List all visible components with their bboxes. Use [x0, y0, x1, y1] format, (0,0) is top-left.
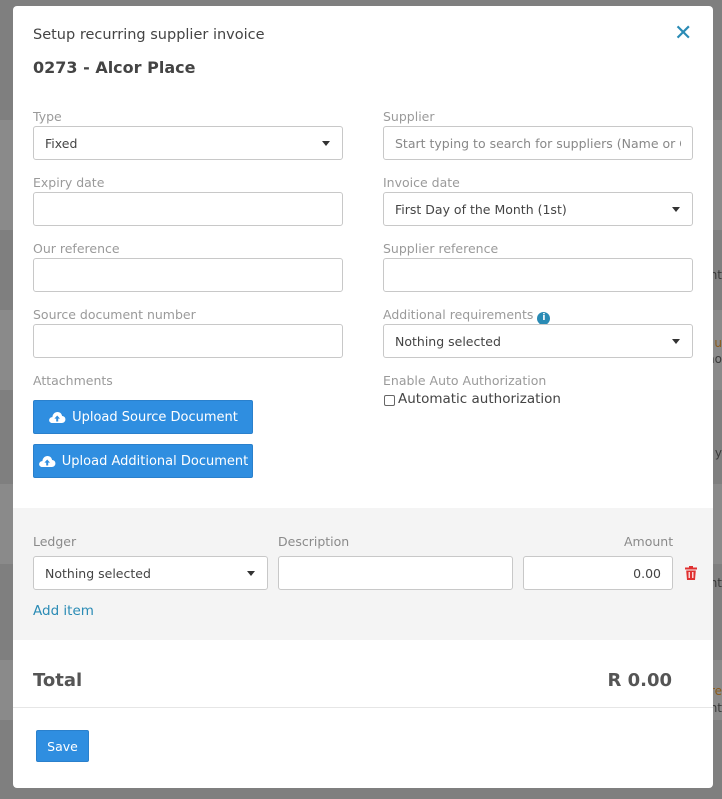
type-label: Type: [33, 109, 62, 124]
invoice-date-select[interactable]: First Day of the Month (1st): [383, 192, 693, 226]
trash-icon[interactable]: [685, 566, 697, 580]
source-document-number-label: Source document number: [33, 307, 196, 322]
total-value: R 0.00: [607, 670, 672, 691]
modal-title: Setup recurring supplier invoice: [33, 27, 265, 43]
supplier-reference-input[interactable]: [395, 267, 681, 283]
amount-value: 0.00: [633, 565, 661, 581]
supplier-search-input[interactable]: [395, 135, 681, 151]
chevron-down-icon: [672, 207, 680, 212]
supplier-reference-label: Supplier reference: [383, 241, 499, 256]
type-select-value: Fixed: [45, 135, 78, 151]
description-field[interactable]: [278, 556, 513, 590]
expiry-date-input[interactable]: [45, 201, 331, 217]
additional-requirements-select-value: Nothing selected: [395, 333, 501, 349]
additional-requirements-select[interactable]: Nothing selected: [383, 324, 693, 358]
cloud-upload-icon: [49, 412, 66, 423]
our-reference-input[interactable]: [45, 267, 331, 283]
chevron-down-icon: [247, 571, 255, 576]
add-item-link[interactable]: Add item: [33, 603, 94, 619]
chevron-down-icon: [322, 141, 330, 146]
ledger-items-section: Ledger Description Amount Nothing select…: [13, 508, 713, 640]
attachments-label: Attachments: [33, 373, 113, 388]
modal-subtitle: 0273 - Alcor Place: [33, 58, 196, 77]
additional-requirements-label: Additional requirements i: [383, 307, 551, 325]
our-reference-field[interactable]: [33, 258, 343, 292]
chevron-down-icon: [672, 339, 680, 344]
invoice-date-select-value: First Day of the Month (1st): [395, 201, 567, 217]
amount-field[interactable]: 0.00: [523, 556, 673, 590]
recurring-invoice-modal: ✕ Setup recurring supplier invoice 0273 …: [13, 6, 713, 788]
source-document-number-input[interactable]: [45, 333, 331, 349]
auto-authorization-label: Enable Auto Authorization: [383, 373, 547, 388]
automatic-authorization-checkbox[interactable]: [384, 395, 395, 406]
expiry-date-label: Expiry date: [33, 175, 105, 190]
description-header: Description: [278, 534, 350, 549]
cloud-upload-icon: [38, 456, 56, 467]
close-icon[interactable]: ✕: [674, 23, 692, 45]
total-label: Total: [33, 670, 83, 691]
invoice-date-label: Invoice date: [383, 175, 460, 190]
type-select[interactable]: Fixed: [33, 126, 343, 160]
supplier-label: Supplier: [383, 109, 435, 124]
ledger-header: Ledger: [33, 534, 77, 549]
background-text: u: [714, 336, 722, 350]
upload-source-document-label: Upload Source Document: [72, 409, 238, 425]
amount-header: Amount: [624, 534, 674, 549]
supplier-reference-field[interactable]: [383, 258, 693, 292]
description-input[interactable]: [290, 565, 501, 581]
save-button[interactable]: Save: [36, 730, 89, 762]
upload-source-document-button[interactable]: Upload Source Document: [33, 400, 253, 434]
expiry-date-field[interactable]: [33, 192, 343, 226]
total-section: Total R 0.00: [13, 640, 713, 708]
additional-requirements-label-text: Additional requirements: [383, 307, 534, 322]
source-document-number-field[interactable]: [33, 324, 343, 358]
upload-additional-document-label: Upload Additional Document: [61, 453, 249, 469]
automatic-authorization-label[interactable]: Automatic authorization: [398, 391, 561, 407]
background-text: y: [714, 446, 722, 460]
ledger-select[interactable]: Nothing selected: [33, 556, 268, 590]
upload-additional-document-button[interactable]: Upload Additional Document: [33, 444, 253, 478]
our-reference-label: Our reference: [33, 241, 120, 256]
supplier-field[interactable]: [383, 126, 693, 160]
ledger-select-value: Nothing selected: [45, 565, 151, 581]
